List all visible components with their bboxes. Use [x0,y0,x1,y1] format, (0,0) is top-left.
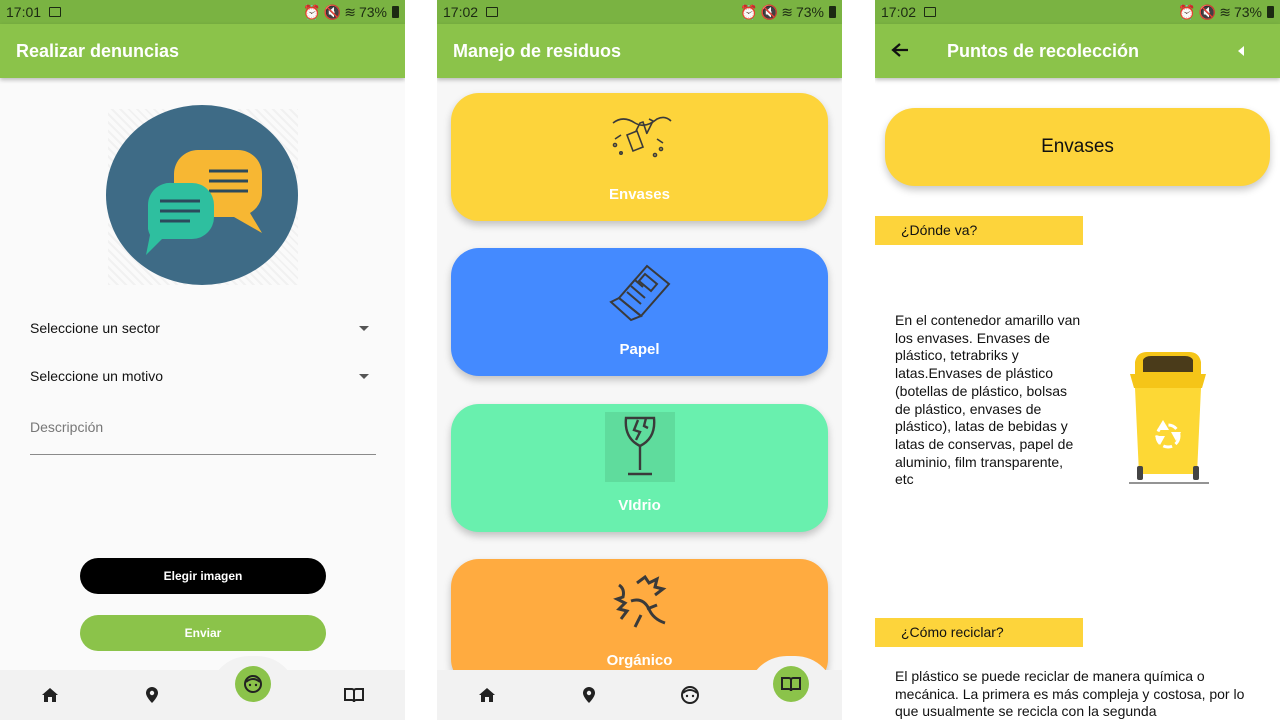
battery-percent: 73% [795,4,824,20]
send-button[interactable]: Enviar [80,615,326,651]
status-bar: 17:01 ⏰ 🔇 ≋ 73% [0,0,405,24]
back-arrow-icon[interactable] [875,38,931,64]
status-bar: 17:02 ⏰ 🔇 ≋ 73% [875,0,1280,24]
overflow-arrow-icon[interactable] [1238,46,1244,56]
category-header: Envases [885,108,1270,186]
bottom-navigation [0,656,405,720]
home-icon[interactable] [37,682,63,708]
battery-icon [392,6,399,18]
motivo-dropdown-label: Seleccione un motivo [30,368,164,384]
mute-icon: 🔇 [760,3,779,20]
status-time: 17:02 [443,4,479,20]
fishbone-icon [605,567,675,637]
category-card-papel[interactable]: Papel [451,248,828,376]
page-title: Manejo de residuos [453,40,622,61]
face-icon[interactable] [677,682,703,708]
choose-image-button[interactable]: Elegir imagen [80,558,326,594]
category-card-vidrio[interactable]: VIdrio [451,404,828,532]
description-placeholder: Descripción [30,419,104,435]
battery-percent: 73% [358,4,387,20]
status-bar: 17:02 ⏰ 🔇 ≋ 73% [437,0,842,24]
app-bar: Realizar denuncias [0,24,405,78]
mute-icon: 🔇 [1198,3,1217,20]
newspaper-icon [605,256,675,326]
gallery-notification-icon [486,7,499,17]
dropdown-arrow-icon [359,325,369,331]
wifi-icon: ≋ [1219,3,1231,20]
bottles-icon [605,101,675,171]
battery-icon [829,6,836,18]
broken-glass-icon [605,412,675,482]
how-text: El plástico se puede reciclar de manera … [895,668,1245,720]
category-card-envases[interactable]: Envases [451,93,828,221]
dropdown-arrow-icon [359,373,369,379]
how-label: ¿Cómo reciclar? [875,618,1083,647]
category-label: Papel [619,341,660,358]
waste-management-screen: 17:02 ⏰ 🔇 ≋ 73% Manejo de residuos Envas… [437,0,842,720]
chat-illustration [106,105,298,285]
yellow-recycling-bin-icon [1125,350,1211,486]
alarm-icon: ⏰ [740,3,758,20]
page-title: Puntos de recolección [947,40,1140,61]
motivo-dropdown[interactable]: Seleccione un motivo [30,364,375,388]
battery-icon [1267,6,1274,18]
alarm-icon: ⏰ [1178,3,1196,20]
category-label: VIdrio [618,497,661,514]
app-bar: Puntos de recolección [875,24,1280,78]
location-pin-icon[interactable] [139,682,165,708]
sector-dropdown[interactable]: Seleccione un sector [30,316,375,340]
description-field[interactable]: Descripción [30,414,376,455]
face-icon[interactable] [235,666,271,702]
home-icon[interactable] [474,682,500,708]
where-text: En el contenedor amarillo van los envase… [895,312,1081,488]
bottom-navigation [437,656,842,720]
chat-bubbles-icon [106,105,298,285]
battery-percent: 73% [1233,4,1262,20]
page-title: Realizar denuncias [16,40,180,61]
location-pin-icon[interactable] [576,682,602,708]
wifi-icon: ≋ [781,3,793,20]
app-bar: Manejo de residuos [437,24,842,78]
collection-points-screen: 17:02 ⏰ 🔇 ≋ 73% Puntos de recolección En… [875,0,1280,720]
report-screen: 17:01 ⏰ 🔇 ≋ 73% Realizar denuncias Selec… [0,0,405,720]
status-time: 17:02 [881,4,917,20]
category-label: Envases [609,186,670,203]
gallery-notification-icon [924,7,937,17]
alarm-icon: ⏰ [303,3,321,20]
mute-icon: 🔇 [323,3,342,20]
sector-dropdown-label: Seleccione un sector [30,320,160,336]
status-time: 17:01 [6,4,42,20]
gallery-notification-icon [49,7,62,17]
book-icon[interactable] [341,682,367,708]
wifi-icon: ≋ [344,3,356,20]
book-icon[interactable] [773,666,809,702]
where-label: ¿Dónde va? [875,216,1083,245]
